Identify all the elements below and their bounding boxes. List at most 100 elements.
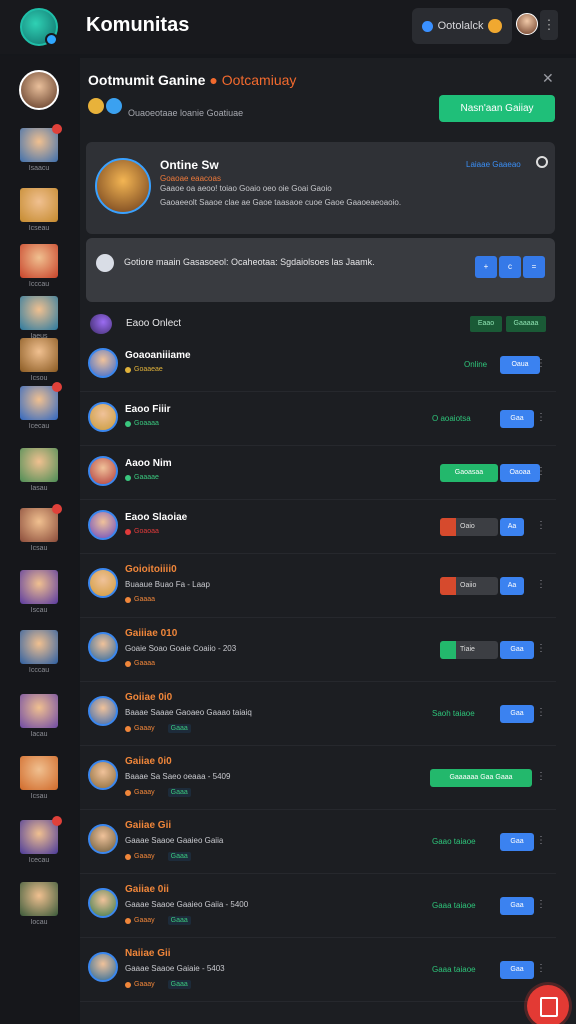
- member-avatar[interactable]: [88, 888, 118, 918]
- app-logo[interactable]: [20, 8, 58, 46]
- member-avatar[interactable]: [88, 824, 118, 854]
- member-status-label: Gaaaa: [134, 596, 156, 603]
- sort-button[interactable]: Gaaaaa: [506, 316, 546, 332]
- member-status: Goaaeae: [125, 366, 163, 373]
- user-avatar[interactable]: [516, 13, 538, 35]
- sidebar-item[interactable]: Icsau: [20, 504, 62, 552]
- filter-button[interactable]: Eaao: [470, 316, 502, 332]
- member-avatar[interactable]: [88, 760, 118, 790]
- member-action-button[interactable]: Oaio: [440, 518, 498, 536]
- community-panel: Ootmumit Ganine ● Ootcamiuay ✕ Ouaoeotaa…: [80, 58, 576, 1024]
- member-action-button[interactable]: Oaiio: [440, 577, 498, 595]
- more-vertical-icon[interactable]: ⋮: [536, 963, 546, 974]
- member-row[interactable]: Eaoo Fiiir Goaaaa O aoaiotsa Gaa ⋮: [80, 392, 556, 446]
- info-icon: [96, 254, 114, 272]
- member-message-button[interactable]: Gaa: [500, 641, 534, 659]
- compose-button[interactable]: [527, 985, 569, 1024]
- member-avatar[interactable]: [88, 402, 118, 432]
- member-status-label: Goaaaa: [134, 420, 159, 427]
- sidebar-item[interactable]: Isaacu: [20, 124, 62, 172]
- more-vertical-icon[interactable]: ⋮: [536, 412, 546, 423]
- more-vertical-icon[interactable]: ⋮: [536, 643, 546, 654]
- member-row[interactable]: Aaoo Nim Gaaaae Gaoasaa Oaoaa ⋮: [80, 446, 556, 500]
- status-dot: [125, 596, 131, 603]
- member-row[interactable]: Goaoaniiiame Goaaeae Online Oaua ⋮: [80, 338, 556, 392]
- member-avatar[interactable]: [88, 456, 118, 486]
- sidebar-item[interactable]: Icecau: [20, 382, 62, 430]
- sidebar-item-thumbnail: [20, 448, 58, 482]
- member-avatar[interactable]: [88, 632, 118, 662]
- member-row[interactable]: Goiiae 0i0 Baaae Saaae Gaoaeo Gaaao taiai…: [80, 682, 556, 746]
- more-vertical-icon[interactable]: ⋮: [536, 358, 546, 369]
- more-vertical-icon[interactable]: ⋮: [536, 579, 546, 590]
- sidebar-item[interactable]: Iasau: [20, 448, 58, 492]
- featured-name: Ontine Sw: [160, 158, 219, 172]
- more-vertical-icon[interactable]: ⋮: [536, 520, 546, 531]
- more-vertical-icon[interactable]: ⋮: [536, 707, 546, 718]
- member-row[interactable]: Gaiiae 0ii Gaaae Saaoe Gaaieo Gaiia - 540…: [80, 874, 556, 938]
- sidebar-item[interactable]: Icseau: [20, 188, 58, 232]
- more-vertical-icon[interactable]: ⋮: [540, 10, 558, 40]
- sidebar-item[interactable]: Icsou: [20, 338, 58, 382]
- sidebar-item[interactable]: Iaeus: [20, 296, 58, 340]
- close-icon[interactable]: ✕: [542, 70, 554, 87]
- sidebar-item[interactable]: Iocau: [20, 882, 58, 926]
- member-message-button[interactable]: Gaa: [500, 410, 534, 428]
- member-action-button[interactable]: Gaaaaaa Gaa Gaaa: [430, 769, 532, 787]
- sidebar-item[interactable]: Icccau: [20, 630, 58, 674]
- member-avatar[interactable]: [88, 568, 118, 598]
- member-message-button[interactable]: Oaoaa: [500, 464, 540, 482]
- member-row[interactable]: Naiiae Gii Gaaae Saaoe Gaiaie - 5403 Gaaay…: [80, 938, 556, 1002]
- member-status-label: Goaaeae: [134, 366, 163, 373]
- status-dot: [125, 917, 131, 924]
- more-vertical-icon[interactable]: ⋮: [536, 771, 546, 782]
- sidebar-item-label: Iasau: [30, 485, 48, 492]
- member-row[interactable]: Gaiiae Gii Gaaae Saaoe Gaaieo Gaiia Gaaay G…: [80, 810, 556, 874]
- sidebar-item-label: Icsau: [30, 793, 48, 800]
- member-message-button[interactable]: Gaa: [500, 833, 534, 851]
- search-icon[interactable]: [536, 156, 548, 168]
- sidebar-item[interactable]: Iacau: [20, 694, 58, 738]
- featured-card[interactable]: Ontine Sw Goaoae eaacoas Gaaoe oa aeoo! …: [86, 142, 555, 234]
- sidebar-item[interactable]: Icsau: [20, 756, 58, 800]
- sidebar-item[interactable]: Icecau: [20, 816, 62, 864]
- member-message-button[interactable]: Oaua: [500, 356, 540, 374]
- online-icon: [90, 314, 112, 334]
- sidebar-item[interactable]: Iscau: [20, 570, 58, 614]
- member-avatar[interactable]: [88, 510, 118, 540]
- notice-action-2[interactable]: c: [499, 256, 521, 278]
- sidebar-item[interactable]: Icccau: [20, 244, 58, 288]
- member-action-button[interactable]: Tiaie: [440, 641, 498, 659]
- panel-title-accent: ● Ootcamiuay: [209, 72, 297, 88]
- sidebar-item-thumbnail: [20, 188, 58, 222]
- more-vertical-icon[interactable]: ⋮: [536, 466, 546, 477]
- featured-avatar: [95, 158, 151, 214]
- more-vertical-icon[interactable]: ⋮: [536, 899, 546, 910]
- member-name: Gaiiae Gii: [125, 820, 172, 831]
- member-avatar[interactable]: [88, 696, 118, 726]
- member-message-button[interactable]: Gaa: [500, 705, 534, 723]
- member-action-button[interactable]: Gaoasaa: [440, 464, 498, 482]
- more-vertical-icon[interactable]: ⋮: [536, 835, 546, 846]
- notice-action-1[interactable]: +: [475, 256, 497, 278]
- member-message-button[interactable]: Gaa: [500, 897, 534, 915]
- notice-action-3[interactable]: =: [523, 256, 545, 278]
- featured-link[interactable]: Laiaae Gaaeao: [466, 160, 521, 169]
- sidebar-item-label: Icecau: [28, 857, 50, 864]
- member-avatar[interactable]: [88, 952, 118, 982]
- member-status-label: Gaaay: [134, 725, 155, 732]
- member-row[interactable]: Goioitoiiii0 Buaaue Buao Fa - Laap Gaaaa Oa…: [80, 554, 556, 618]
- sidebar: Isaacu Icseau Icccau Iaeus Icsou Icecau Iasau I…: [0, 56, 78, 1024]
- join-button[interactable]: Nasn'aan Gaiiay: [439, 95, 555, 122]
- status-dot: [125, 528, 131, 535]
- status-dot: [125, 366, 131, 373]
- member-row[interactable]: Eaoo Slaoiae Goaoaa Oaio Aa ⋮: [80, 500, 556, 554]
- member-message-button[interactable]: Aa: [500, 577, 524, 595]
- member-row[interactable]: Gaiiae 0i0 Baaae Sa Saeo oeaaa - 5409 Gaaa…: [80, 746, 556, 810]
- profile-avatar[interactable]: [19, 70, 59, 110]
- member-message-button[interactable]: Aa: [500, 518, 524, 536]
- member-row[interactable]: Gaiiiae 010 Goaie Soao Goaie Coaiio - 203…: [80, 618, 556, 682]
- activity-pill[interactable]: Ootolalck: [412, 8, 512, 44]
- member-avatar[interactable]: [88, 348, 118, 378]
- member-message-button[interactable]: Gaa: [500, 961, 534, 979]
